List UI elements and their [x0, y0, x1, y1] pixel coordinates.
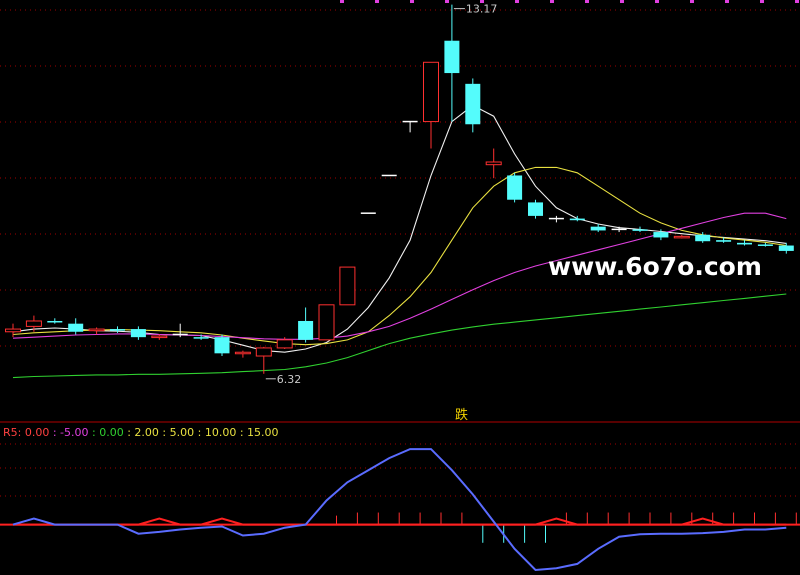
candle-body — [465, 83, 481, 125]
indicator-bars — [336, 512, 797, 543]
candle-body — [757, 244, 773, 246]
candle-body — [234, 351, 251, 355]
candle-body — [737, 242, 752, 245]
candle-body — [653, 232, 669, 238]
top-marker — [620, 0, 624, 3]
candle-body — [214, 337, 230, 354]
stock-chart: 13.17 6.32 www.6o7o.com 跌 R5: 0.00 : -5.… — [0, 0, 800, 572]
top-marker — [445, 0, 449, 3]
top-marker — [690, 0, 694, 3]
candle-body — [47, 320, 63, 323]
candle-body — [88, 328, 105, 332]
candle-body — [632, 229, 648, 231]
legend-item: : 5.00 — [162, 426, 197, 439]
watermark-text: www.6o7o.com — [548, 252, 762, 281]
candle-body — [5, 328, 21, 333]
indicator-gridlines — [0, 443, 800, 497]
indicator-r5-line — [12, 448, 787, 572]
legend-item: : 2.00 — [127, 426, 162, 439]
top-marker-row — [340, 0, 799, 3]
price-gridlines — [0, 9, 800, 347]
candle-body — [423, 61, 439, 123]
candle-body — [130, 329, 146, 338]
high-price-annotation: 13.17 — [466, 3, 498, 16]
top-marker — [375, 0, 379, 3]
candle-body — [590, 226, 606, 231]
top-marker — [760, 0, 764, 3]
candle-body — [695, 234, 711, 242]
moving-average-line — [12, 104, 787, 353]
candle-body — [318, 304, 335, 341]
legend-item: : -5.00 — [53, 426, 92, 439]
candle-body — [255, 347, 272, 357]
low-price-annotation: 6.32 — [277, 373, 302, 386]
candle-body — [569, 218, 585, 221]
top-marker — [550, 0, 554, 3]
top-marker — [410, 0, 414, 3]
top-marker — [585, 0, 589, 3]
top-marker — [340, 0, 344, 3]
candle-body — [151, 335, 168, 339]
top-marker — [725, 0, 729, 3]
legend-item: R5: 0.00 — [3, 426, 53, 439]
candle-body — [444, 40, 460, 74]
top-marker — [515, 0, 519, 3]
candle-body — [528, 202, 543, 216]
candlestick-series — [5, 4, 794, 374]
candle-body — [673, 235, 690, 239]
candle-body — [507, 175, 523, 200]
candle-body — [193, 337, 209, 339]
candle-body — [716, 240, 732, 242]
candle-body — [339, 266, 356, 306]
legend-item: : 15.00 — [240, 426, 279, 439]
legend-item: : 10.00 — [198, 426, 240, 439]
candle-body — [25, 320, 42, 327]
indicator-lines — [0, 448, 800, 572]
candle-body — [68, 323, 84, 332]
moving-average-lines — [12, 104, 787, 379]
candle-body — [276, 339, 293, 349]
candle-body — [298, 320, 314, 340]
candle-body — [110, 329, 125, 331]
indicator-legend: R5: 0.00 : -5.00 : 0.00 : 2.00 : 5.00 : … — [3, 426, 279, 439]
candle-body — [778, 245, 794, 251]
top-marker — [795, 0, 799, 3]
top-marker — [655, 0, 659, 3]
legend-item: : 0.00 — [92, 426, 127, 439]
divider-label: 跌 — [455, 407, 468, 423]
candle-body — [485, 161, 502, 166]
